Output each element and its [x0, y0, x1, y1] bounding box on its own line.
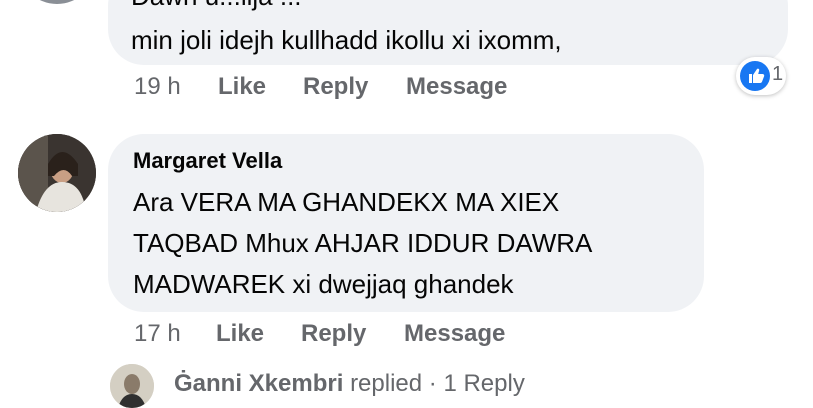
reaction-count: 1 [772, 63, 784, 85]
reply-button[interactable]: Reply [301, 320, 366, 348]
like-button[interactable]: Like [216, 320, 264, 348]
reply-summary-text[interactable]: Ġanni Xkembri replied · 1 Reply [174, 370, 525, 398]
comment-author[interactable]: Margaret Vella [133, 148, 282, 174]
message-button[interactable]: Message [406, 73, 507, 101]
comment-time[interactable]: 19 h [134, 73, 181, 101]
replied-label: replied [350, 370, 423, 397]
reaction-summary[interactable]: 1 [736, 57, 786, 95]
message-button[interactable]: Message [404, 320, 505, 348]
reply-count[interactable]: · 1 Reply [429, 370, 525, 397]
reply-button[interactable]: Reply [303, 73, 368, 101]
comment-text-line: Dawn u...ilja ... [131, 0, 302, 17]
reply-author[interactable]: Ġanni Xkembri [174, 370, 343, 397]
avatar[interactable] [18, 134, 96, 212]
comment-time[interactable]: 17 h [134, 320, 181, 348]
avatar [110, 364, 154, 408]
comment-text-line: Ara VERA MA GHANDEKX MA XIEX [133, 187, 560, 217]
avatar[interactable] [18, 0, 96, 4]
thumbs-up-icon [740, 61, 770, 91]
comment-text-line: TAQBAD Mhux AHJAR IDDUR DAWRA [133, 228, 593, 258]
comment-text-line: MADWAREK xi dwejjaq ghandek [133, 269, 514, 299]
like-button[interactable]: Like [218, 73, 266, 101]
comment-text-line: min joli idejh kullhadd ikollu xi ixomm, [131, 25, 562, 55]
